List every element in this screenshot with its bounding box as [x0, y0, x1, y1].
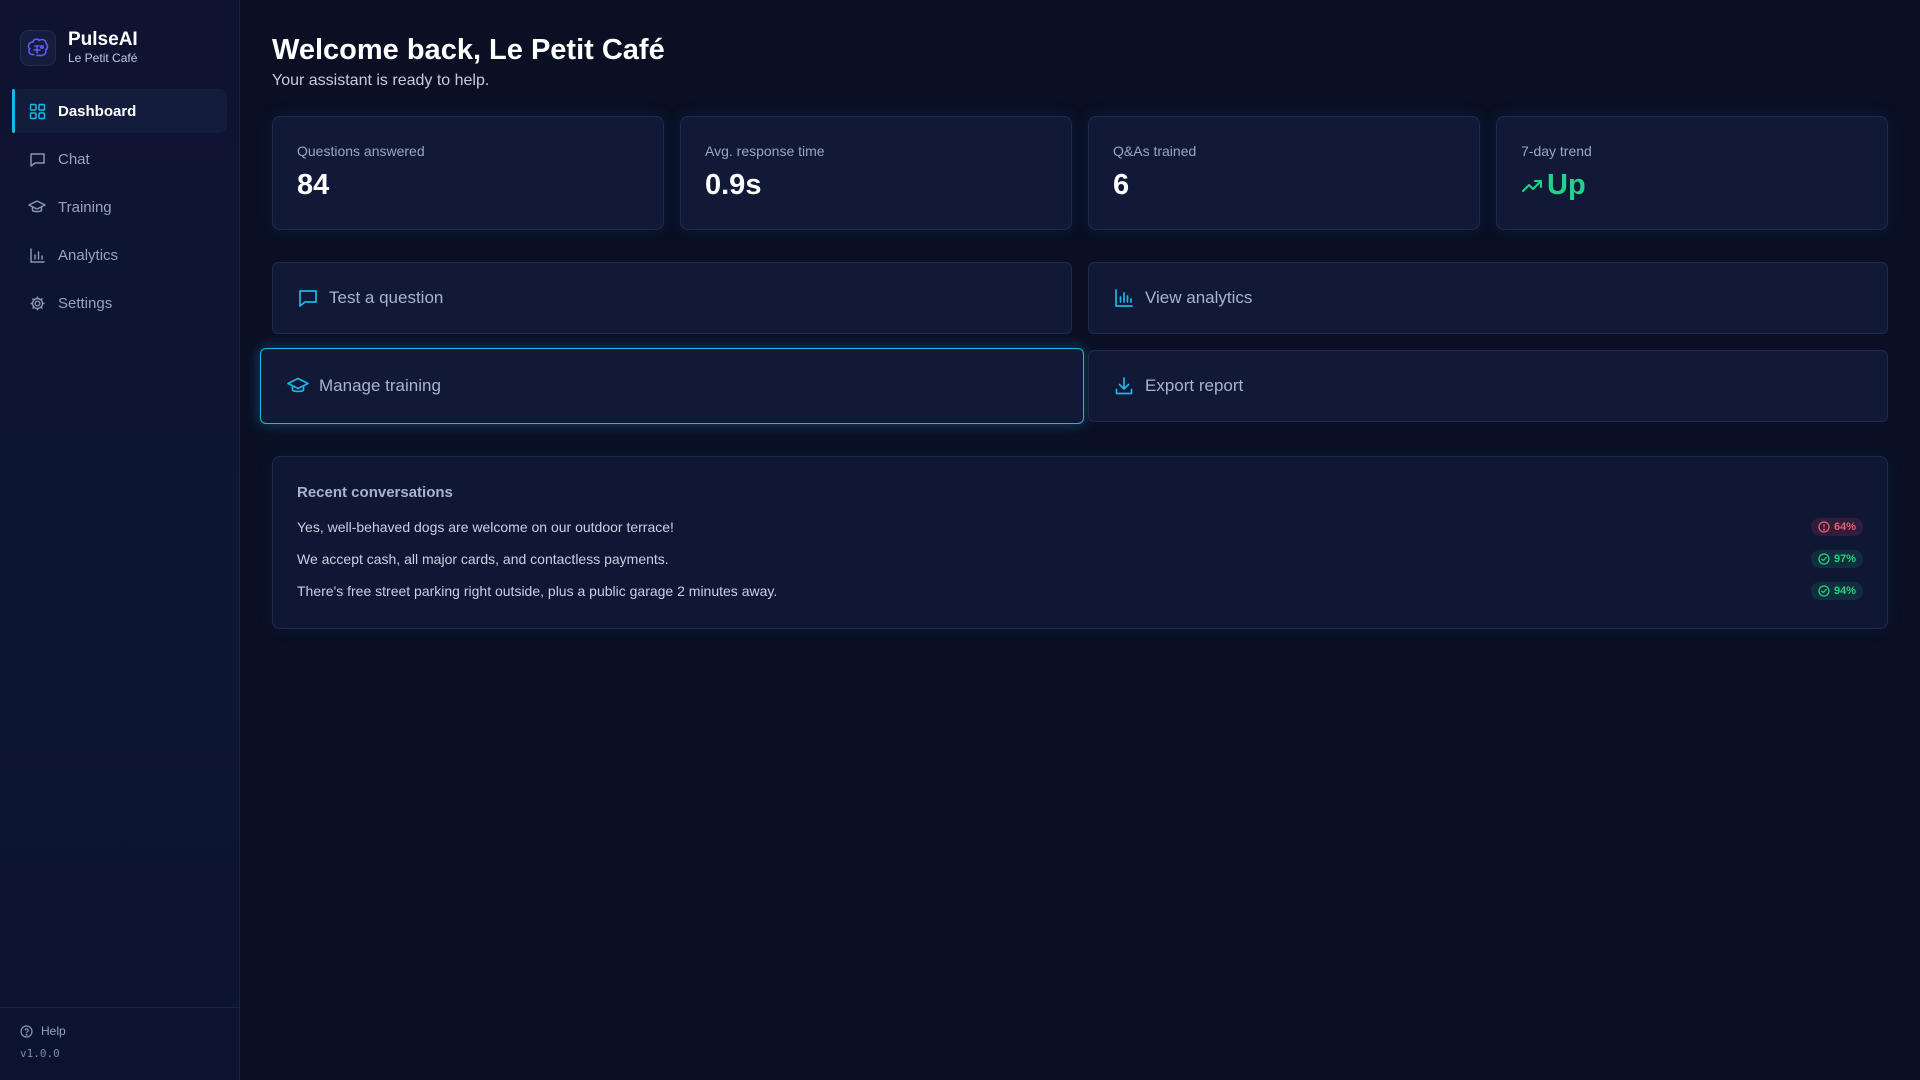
stats-row: Questions answered 84 Avg. response time… [272, 116, 1888, 230]
version-label: v1.0.0 [20, 1047, 60, 1060]
conversation-text: We accept cash, all major cards, and con… [297, 551, 669, 567]
confidence-score: 94% [1833, 585, 1856, 597]
stat-value-trend: Up [1521, 169, 1863, 202]
stat-value: 84 [297, 169, 330, 201]
help-label: Help [41, 1024, 66, 1038]
brand: PulseAI Le Petit Café [0, 0, 239, 70]
sidebar: PulseAI Le Petit Café Dashboard Chat Tra… [0, 0, 240, 1080]
stat-label: Q&As trained [1113, 143, 1197, 159]
sidebar-item-chat[interactable]: Chat [12, 137, 227, 181]
manage-training-button[interactable]: Manage training [260, 348, 1084, 424]
sidebar-item-label: Dashboard [58, 102, 137, 120]
graduation-cap-icon [28, 198, 46, 216]
action-label: Test a question [329, 288, 444, 307]
action-label: Export report [1145, 376, 1244, 395]
bar-chart-icon [1113, 287, 1135, 309]
conversation-row[interactable]: Yes, well-behaved dogs are welcome on ou… [297, 511, 1863, 543]
stat-card-qas-trained: Q&As trained 6 [1088, 116, 1480, 230]
sidebar-item-label: Analytics [58, 246, 119, 264]
sidebar-item-label: Chat [58, 150, 90, 168]
test-question-button[interactable]: Test a question [272, 262, 1072, 334]
page-subtitle: Your assistant is ready to help. [272, 72, 490, 89]
download-icon [1113, 375, 1135, 397]
grid-icon [28, 102, 46, 120]
sidebar-footer: Help v1.0.0 [0, 1007, 239, 1080]
quick-actions: Test a question View analytics Manage tr… [260, 262, 1888, 424]
help-circle-icon [20, 1024, 34, 1038]
confidence-badge: 64% [1810, 518, 1863, 536]
sidebar-item-label: Training [58, 198, 112, 216]
sidebar-item-settings[interactable]: Settings [12, 281, 227, 325]
stat-label: Questions answered [297, 143, 425, 159]
check-circle-icon [1818, 585, 1830, 597]
conversation-row[interactable]: We accept cash, all major cards, and con… [297, 543, 1863, 575]
stat-label: Avg. response time [705, 143, 825, 159]
gear-icon [28, 294, 46, 312]
stat-label: 7-day trend [1521, 143, 1592, 159]
chat-icon [297, 287, 319, 309]
app-root: PulseAI Le Petit Café Dashboard Chat Tra… [0, 0, 1920, 1080]
check-circle-icon [1818, 553, 1830, 565]
bar-chart-icon [28, 246, 46, 264]
trending-up-icon [1521, 175, 1543, 197]
conversation-list: Yes, well-behaved dogs are welcome on ou… [297, 511, 1863, 607]
recent-conversations-title: Recent conversations [297, 484, 453, 501]
brand-name: PulseAI [68, 29, 138, 50]
conversation-text: Yes, well-behaved dogs are welcome on ou… [297, 519, 674, 535]
sidebar-item-analytics[interactable]: Analytics [12, 233, 227, 277]
export-report-button[interactable]: Export report [1088, 350, 1888, 422]
graduation-cap-icon [287, 375, 309, 397]
confidence-badge: 94% [1810, 582, 1863, 600]
action-label: Manage training [319, 376, 441, 395]
stat-card-trend: 7-day trend Up [1496, 116, 1888, 230]
trend-value: Up [1547, 169, 1586, 201]
sidebar-item-label: Settings [58, 294, 113, 312]
main-content: Welcome back, Le Petit Café Your assista… [240, 0, 1920, 1080]
conversation-text: There's free street parking right outsid… [297, 583, 778, 599]
business-name: Le Petit Café [68, 51, 138, 65]
stat-card-questions: Questions answered 84 [272, 116, 664, 230]
view-analytics-button[interactable]: View analytics [1088, 262, 1888, 334]
confidence-score: 64% [1833, 521, 1856, 533]
stat-value: 6 [1113, 169, 1130, 201]
confidence-score: 97% [1833, 553, 1856, 565]
recent-conversations-panel: Recent conversations Yes, well-behaved d… [272, 456, 1888, 629]
brain-logo-icon [20, 29, 56, 66]
action-label: View analytics [1145, 288, 1253, 307]
stat-card-response-time: Avg. response time 0.9s [680, 116, 1072, 230]
stat-value: 0.9s [705, 169, 762, 201]
alert-circle-icon [1818, 521, 1830, 533]
sidebar-item-dashboard[interactable]: Dashboard [12, 89, 227, 133]
conversation-row[interactable]: There's free street parking right outsid… [297, 575, 1863, 607]
sidebar-nav: Dashboard Chat Training Analytics Settin… [0, 89, 239, 329]
confidence-badge: 97% [1810, 550, 1863, 568]
chat-icon [28, 150, 46, 168]
page-title: Welcome back, Le Petit Café [272, 34, 665, 66]
sidebar-item-training[interactable]: Training [12, 185, 227, 229]
help-link[interactable]: Help [20, 1022, 219, 1040]
